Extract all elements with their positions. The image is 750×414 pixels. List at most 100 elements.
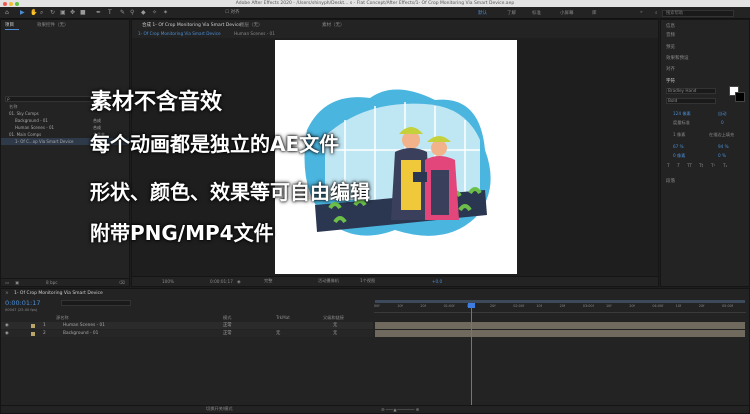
col-trkmat[interactable]: TrkMat: [276, 315, 290, 320]
maximize-window-button[interactable]: [15, 1, 19, 6]
timeline-timecode[interactable]: 0:00:01:17: [5, 299, 41, 307]
subtab-human-scenes[interactable]: Human Scenes - 01: [234, 31, 275, 36]
panel-preview[interactable]: 预览: [666, 44, 675, 50]
camera-snapshot-icon[interactable]: ◉: [237, 279, 241, 284]
panel-info[interactable]: 信息: [666, 23, 675, 29]
layer-bar-2[interactable]: [375, 330, 745, 337]
workspace-library[interactable]: 库: [592, 10, 597, 16]
time-ruler[interactable]: 00f 10f 20f 01:00f 10f 20f 02:00f 10f 20f 03:00f 1…: [374, 303, 746, 313]
zoom-tool-icon[interactable]: ⌕: [40, 10, 43, 16]
zoom-slider-icon[interactable]: ⊖ ───▲─────── ⊕: [381, 407, 419, 412]
timeline-search-input[interactable]: [61, 300, 131, 306]
panel-effects-presets[interactable]: 效果和预设: [666, 55, 689, 61]
roto-tool-icon[interactable]: ✧: [152, 10, 157, 16]
toggle-switches-modes[interactable]: 切换开关/模式: [206, 406, 233, 412]
font-size-value[interactable]: 124 像素: [673, 111, 691, 117]
layer-bar-1[interactable]: [375, 322, 745, 329]
playhead-handle[interactable]: [468, 303, 475, 308]
superscript-text-icon[interactable]: T¹: [711, 163, 715, 168]
workspace-more-icon[interactable]: »: [640, 10, 643, 15]
work-area-bar[interactable]: [375, 300, 745, 303]
bpc-indicator[interactable]: 8 bpc: [46, 280, 58, 285]
col-source-name[interactable]: 源名称: [56, 315, 69, 321]
rotate-tool-icon[interactable]: ↻: [50, 10, 55, 16]
home-icon[interactable]: ⌂: [5, 10, 9, 16]
quality-dropdown[interactable]: 完整: [264, 278, 272, 284]
trash-icon[interactable]: ⌫: [119, 280, 125, 285]
layer-visibility-icon[interactable]: ◉: [5, 330, 9, 337]
zoom-dropdown[interactable]: 100%: [162, 279, 174, 284]
shape-tool-icon[interactable]: ■: [80, 10, 86, 16]
comp-timecode[interactable]: 0:00:01:17: [210, 279, 233, 284]
layer-trkmat[interactable]: 无: [276, 330, 280, 337]
tab-footage[interactable]: 素材（无）: [322, 22, 345, 28]
layer-row-2[interactable]: ◉ 2 Background - 01 正常 无 无: [1, 330, 373, 337]
composition-canvas[interactable]: [275, 40, 517, 274]
bold-text-icon[interactable]: T: [667, 163, 670, 168]
new-comp-icon[interactable]: ▣: [15, 280, 19, 285]
baseline-shift-value[interactable]: 0 像素: [673, 153, 685, 159]
stroke-mode-dropdown[interactable]: 在描边上填充: [709, 132, 734, 138]
italic-text-icon[interactable]: T: [677, 163, 680, 168]
panel-paragraph[interactable]: 段落: [666, 178, 675, 184]
horizontal-scale-value[interactable]: 94 %: [718, 144, 729, 149]
tab-project[interactable]: 项目: [5, 22, 14, 28]
workspace-standard[interactable]: 标准: [532, 10, 541, 16]
workspace-small-screen[interactable]: 小屏幕: [560, 10, 574, 16]
tab-timeline-comp[interactable]: 1- Of Crop Monitoring Via Smart Device: [14, 291, 103, 296]
tab-effect-controls[interactable]: 效果控件（无）: [37, 22, 69, 28]
subtab-main-comp[interactable]: 1- Of Crop Monitoring Via Smart Device: [138, 31, 221, 36]
selection-tool-icon[interactable]: ▶: [20, 10, 25, 16]
smallcaps-text-icon[interactable]: Tt: [699, 163, 703, 168]
workspace-learn[interactable]: 了解: [507, 10, 516, 16]
leading-value[interactable]: 自动: [718, 111, 726, 117]
stroke-width-value[interactable]: 1 像素: [673, 132, 685, 138]
pan-behind-tool-icon[interactable]: ✥: [70, 10, 75, 16]
kerning-value[interactable]: 度量标准: [673, 120, 690, 126]
search-help-input[interactable]: 搜索帮助: [662, 9, 734, 17]
close-window-button[interactable]: [3, 1, 7, 6]
tab-layer[interactable]: 图层（无）: [240, 22, 263, 28]
views-dropdown[interactable]: 1个视图: [360, 278, 375, 284]
col-parent[interactable]: 父级和链接: [323, 315, 344, 321]
timeline-close-icon[interactable]: ×: [5, 291, 9, 296]
layer-name[interactable]: Background - 01: [63, 330, 98, 337]
playhead[interactable]: [471, 303, 472, 405]
layer-parent[interactable]: 无: [333, 330, 337, 337]
allcaps-text-icon[interactable]: TT: [687, 163, 692, 168]
col-mode[interactable]: 模式: [223, 315, 231, 321]
layer-mode[interactable]: 正常: [223, 330, 232, 337]
stroke-color-swatch[interactable]: [735, 92, 745, 102]
layer-row-1[interactable]: ◉ 1 Human Scenes - 01 正常 无: [1, 322, 373, 329]
minimize-window-button[interactable]: [9, 1, 13, 6]
tracking-value[interactable]: 0: [721, 120, 724, 125]
panel-audio[interactable]: 音频: [666, 32, 675, 38]
layer-parent[interactable]: 无: [333, 322, 337, 329]
tab-composition[interactable]: 合成 1- Of Crop Monitoring Via Smart Devic…: [142, 22, 241, 28]
camera-tool-icon[interactable]: ▣: [60, 10, 66, 16]
snap-checkbox[interactable]: ☐ 对齐: [225, 10, 239, 16]
layer-name[interactable]: Human Scenes - 01: [63, 322, 105, 329]
search-icon[interactable]: ⌕: [655, 10, 658, 16]
list-item[interactable]: Background - 01 合成: [1, 117, 129, 124]
new-folder-icon[interactable]: ▭: [5, 280, 9, 285]
tsume-value[interactable]: 0 %: [718, 153, 726, 158]
layer-visibility-icon[interactable]: ◉: [5, 322, 9, 329]
layer-color-label[interactable]: [31, 331, 35, 336]
eraser-tool-icon[interactable]: ◆: [141, 10, 146, 16]
puppet-tool-icon[interactable]: ✶: [163, 10, 168, 16]
hand-tool-icon[interactable]: ✋: [30, 10, 37, 16]
brush-tool-icon[interactable]: ✎: [120, 10, 125, 16]
subscript-text-icon[interactable]: T₁: [723, 163, 727, 168]
workspace-default[interactable]: 默认: [478, 10, 487, 16]
layer-mode[interactable]: 正常: [223, 322, 232, 329]
active-camera-dropdown[interactable]: 活动摄像机: [318, 278, 339, 284]
type-tool-icon[interactable]: T: [108, 10, 112, 16]
panel-character[interactable]: 字符: [666, 78, 675, 84]
clone-tool-icon[interactable]: ⚲: [130, 10, 134, 16]
vertical-scale-value[interactable]: 67 %: [673, 144, 684, 149]
layer-color-label[interactable]: [31, 323, 35, 328]
pen-tool-icon[interactable]: ✒: [96, 10, 101, 16]
exposure-offset[interactable]: +0.0: [432, 279, 442, 284]
panel-align[interactable]: 对齐: [666, 66, 675, 72]
